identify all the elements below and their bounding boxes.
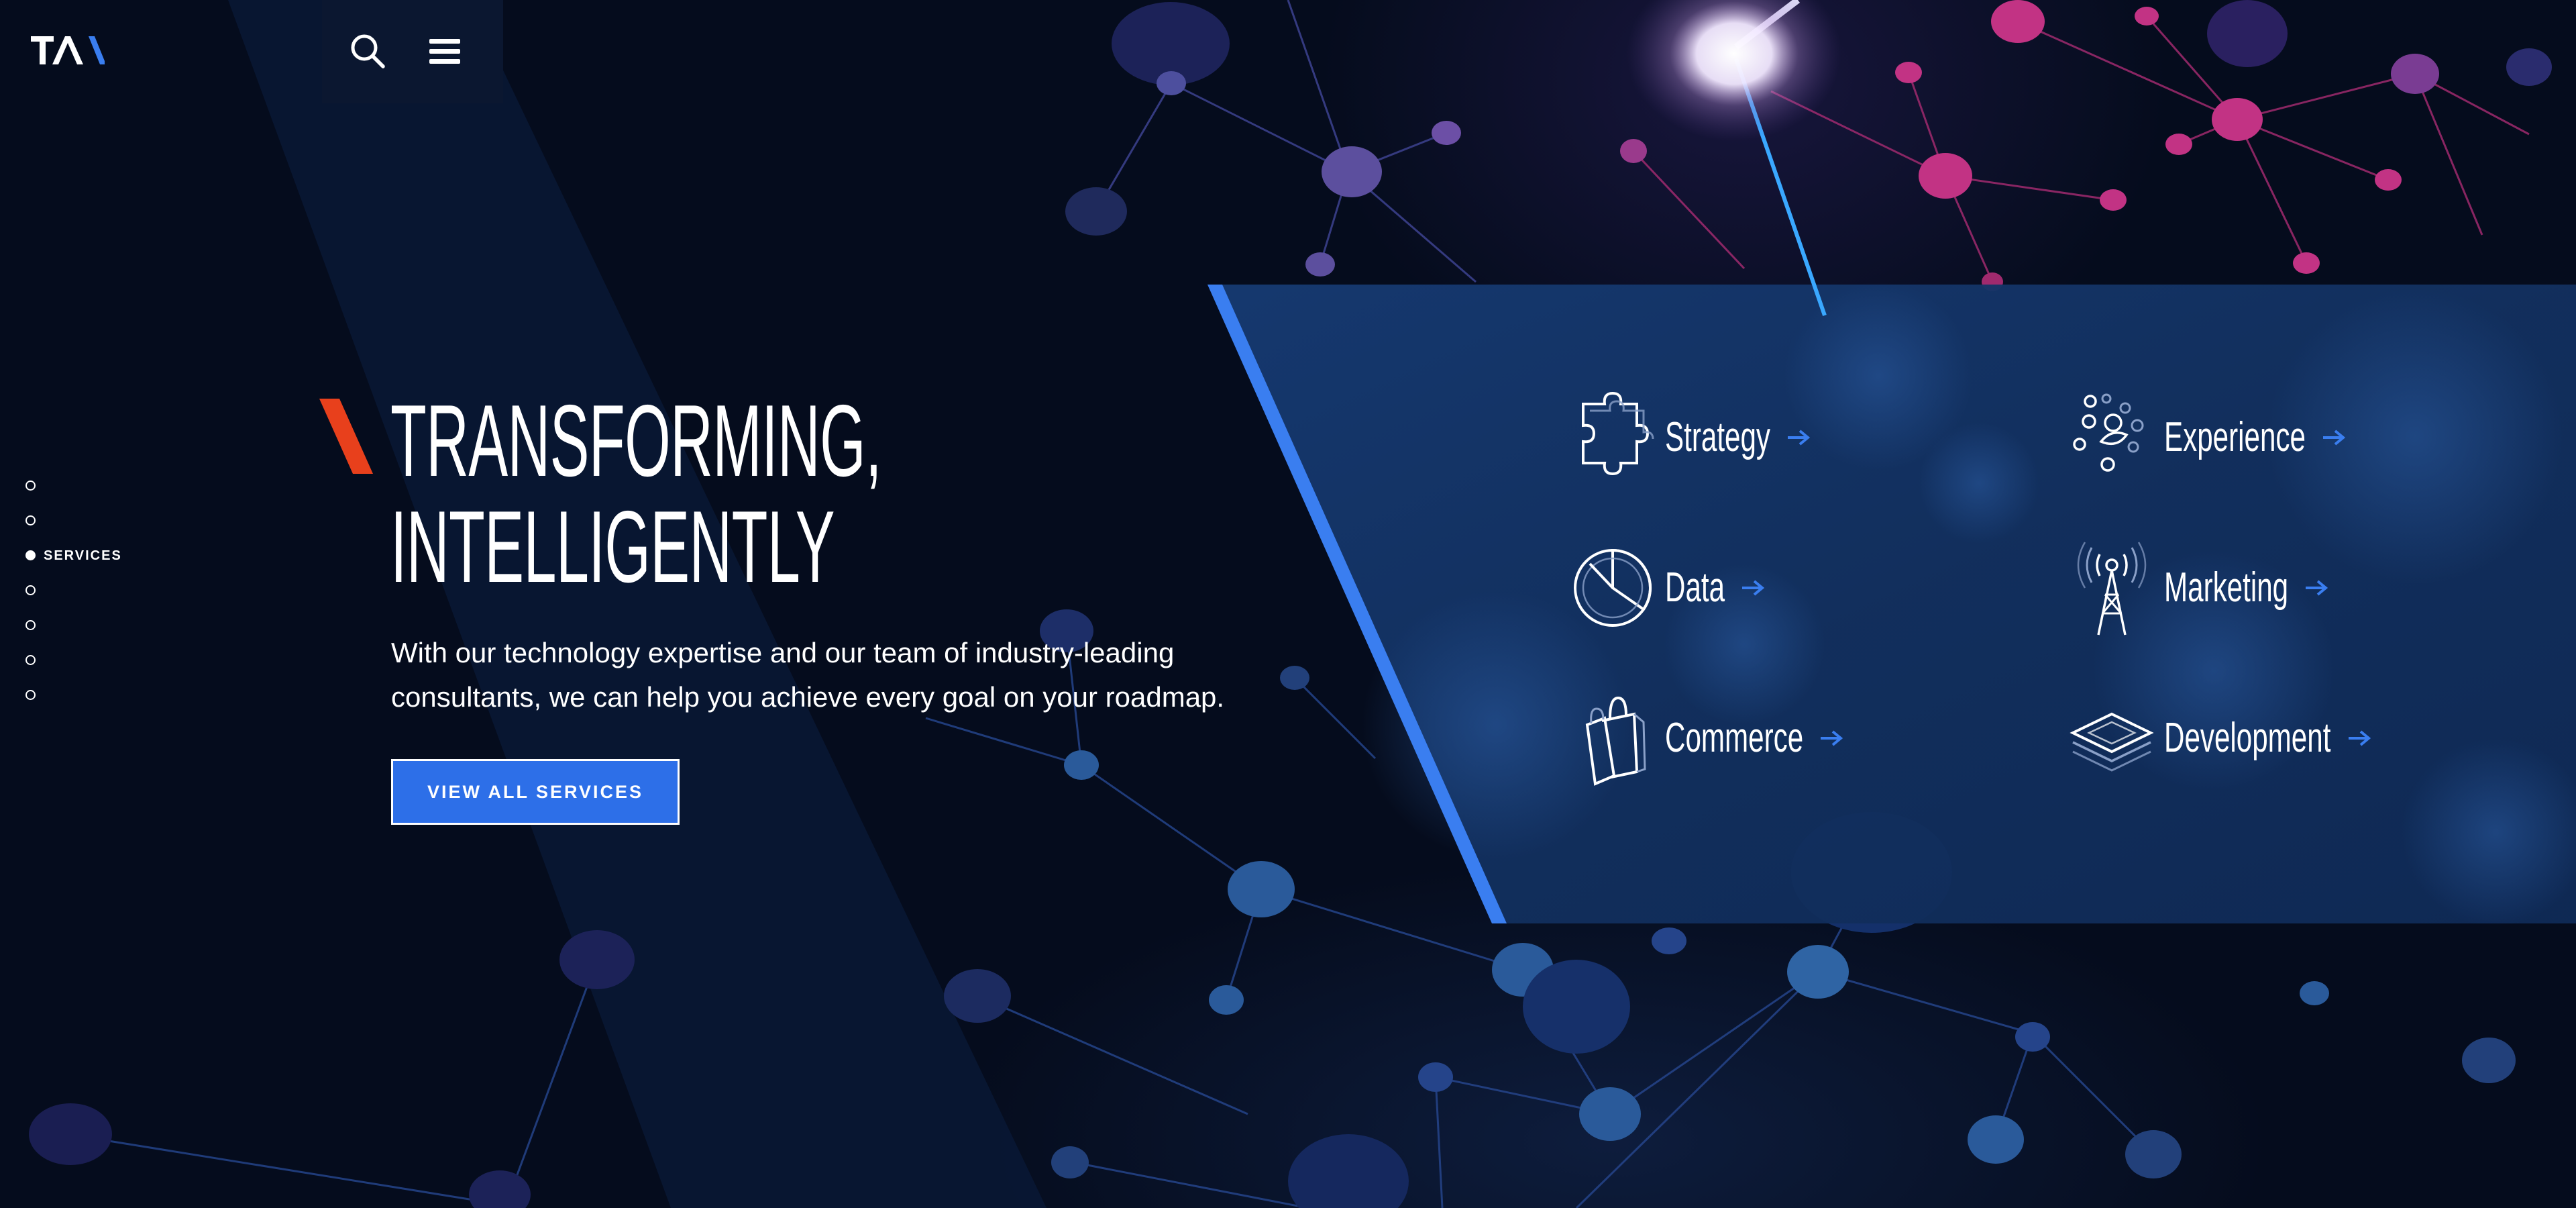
hero-title-line-1: TRANSFORMING,	[390, 384, 882, 498]
view-all-services-button[interactable]: VIEW ALL SERVICES	[391, 759, 680, 825]
service-link-data[interactable]: Data	[1570, 534, 1766, 642]
section-dot-7[interactable]	[25, 690, 122, 725]
arrow-right-icon	[2348, 730, 2371, 746]
section-dot-services[interactable]: SERVICES	[25, 548, 122, 585]
service-link-experience[interactable]: Experience	[2069, 384, 2347, 491]
section-dot-5[interactable]	[25, 620, 122, 655]
layers-icon	[2070, 712, 2154, 772]
dot-ring	[25, 585, 36, 595]
hero-title: TRANSFORMING, INTELLIGENTLY	[390, 384, 882, 604]
dot-ring	[25, 550, 36, 560]
arrow-right-icon	[1787, 430, 1811, 446]
arrow-right-icon	[1742, 580, 1765, 596]
service-link-strategy[interactable]: Strategy	[1570, 384, 1812, 491]
dot-ring	[25, 655, 36, 665]
dot-ring	[25, 690, 36, 700]
search-icon[interactable]	[349, 32, 386, 70]
section-dot-nav: SERVICES	[25, 481, 122, 725]
service-link-marketing[interactable]: Marketing	[2069, 534, 2330, 642]
section-dot-6[interactable]	[25, 655, 122, 690]
accent-slash-icon	[319, 399, 373, 474]
section-dot-2[interactable]	[25, 515, 122, 550]
shopping-bags-icon	[1585, 696, 1646, 786]
hero-description: With our technology expertise and our te…	[391, 637, 1225, 713]
arrow-right-icon	[2323, 430, 2346, 446]
puzzle-icon	[1582, 391, 1654, 476]
arrow-right-icon	[2306, 580, 2328, 596]
service-link-development[interactable]: Development	[2069, 685, 2373, 792]
hamburger-menu-icon[interactable]	[427, 35, 464, 68]
pie-chart-icon	[1574, 548, 1652, 627]
logo-icon[interactable]: TA	[31, 34, 105, 67]
dot-ring	[25, 515, 36, 525]
experience-dots-icon	[2073, 393, 2144, 472]
section-dot-label: SERVICES	[44, 548, 122, 563]
section-dot-1[interactable]	[25, 481, 122, 515]
section-dot-4[interactable]	[25, 585, 122, 620]
arrow-right-icon	[1821, 730, 1843, 746]
hero-title-line-2: INTELLIGENTLY	[390, 490, 835, 604]
broadcast-tower-icon	[2077, 542, 2147, 636]
service-link-commerce[interactable]: Commerce	[1570, 685, 1845, 792]
hero-stage: TA SERVICES	[0, 0, 2576, 1208]
dot-ring	[25, 620, 36, 630]
dot-ring	[25, 481, 36, 491]
